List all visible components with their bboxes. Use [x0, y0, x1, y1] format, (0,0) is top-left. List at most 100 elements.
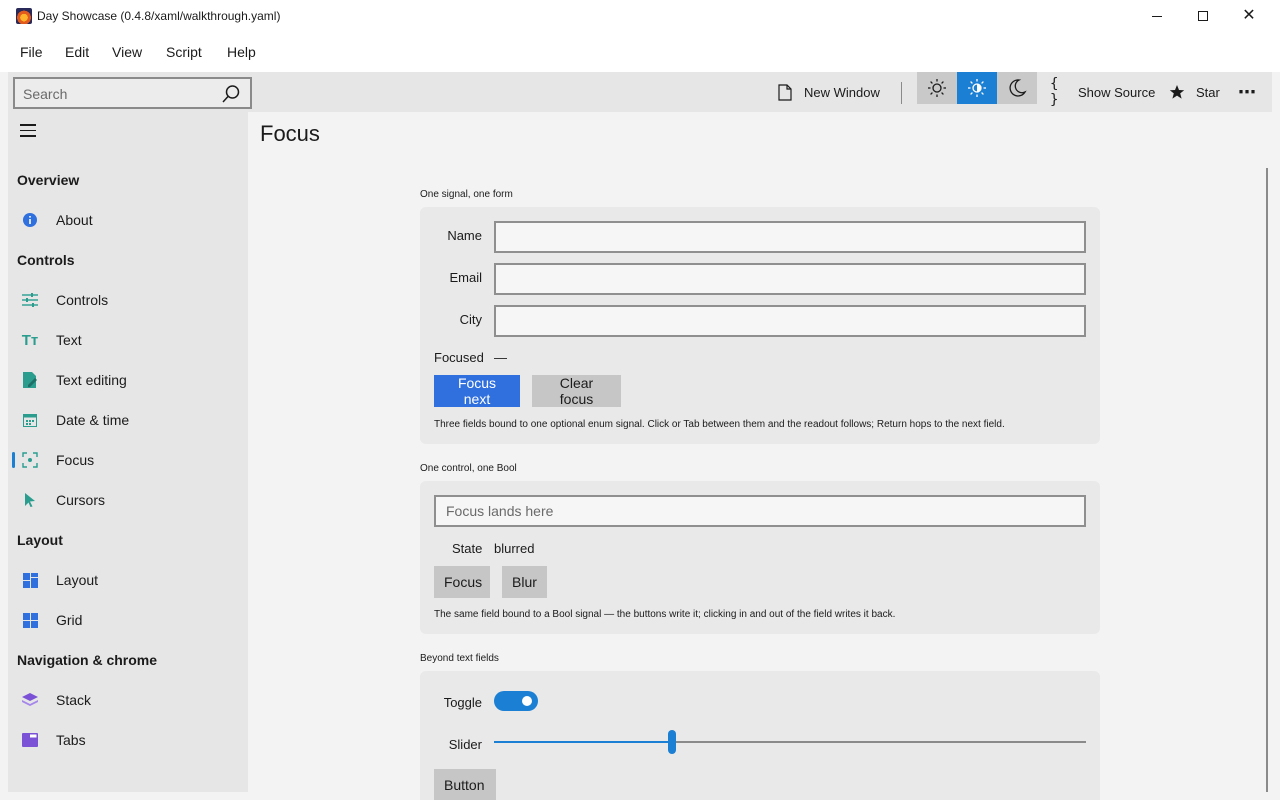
vertical-scrollbar[interactable] [1266, 168, 1268, 792]
document-icon [776, 83, 794, 101]
close-button[interactable]: ✕ [1226, 0, 1272, 32]
sidebar-item-label: Layout [56, 572, 99, 588]
sidebar-item-label: Text [56, 332, 82, 348]
sidebar-item-label: About [56, 212, 93, 228]
maximize-button[interactable] [1180, 0, 1226, 32]
menu-script[interactable]: Script [166, 44, 202, 60]
sidebar-item-tabs[interactable]: Tabs [8, 722, 248, 758]
search-icon[interactable] [221, 84, 241, 104]
new-window-label: New Window [804, 84, 880, 100]
nav-section-layout: Layout [17, 532, 63, 548]
show-source-button[interactable]: { } Show Source [1050, 72, 1155, 112]
search-input[interactable] [23, 85, 213, 103]
menu-view[interactable]: View [112, 44, 142, 60]
menu-help[interactable]: Help [227, 44, 256, 60]
blur-button[interactable]: Blur [502, 566, 547, 598]
sidebar-item-label: Focus [56, 452, 95, 468]
bool-card: State blurred Focus Blur The same field … [420, 481, 1100, 634]
nav-section-navigation: Navigation & chrome [17, 652, 158, 668]
name-field[interactable] [494, 221, 1086, 253]
section-label-bool: One control, one Bool [420, 463, 517, 474]
sidebar-item-text-editing[interactable]: Text editing [8, 362, 248, 398]
email-label: Email [449, 270, 482, 285]
edit-icon [22, 372, 38, 388]
sidebar-item-label: Stack [56, 692, 92, 708]
slider-thumb[interactable] [667, 730, 676, 754]
name-label: Name [447, 228, 482, 243]
toggle-label: Toggle [443, 695, 482, 710]
sidebar-item-date-time[interactable]: Date & time [8, 402, 248, 438]
maximize-icon [1198, 11, 1208, 21]
beyond-card: Toggle Slider Button [420, 671, 1100, 800]
minimize-icon [1152, 15, 1162, 17]
sidebar: Overview About Controls Controls Tт Text… [8, 112, 248, 792]
focus-button[interactable]: Focus [434, 566, 490, 598]
sidebar-item-text[interactable]: Tт Text [8, 322, 248, 358]
sidebar-item-layout[interactable]: Layout [8, 562, 248, 598]
toggle-switch[interactable] [494, 691, 538, 711]
page-title: Focus [260, 121, 320, 146]
bool-hint: The same field bound to a Bool signal — … [434, 609, 896, 620]
menu-bar: File Edit View Script Help [0, 32, 1280, 72]
new-window-button[interactable]: New Window [776, 72, 880, 112]
sidebar-item-stack[interactable]: Stack [8, 682, 248, 718]
sidebar-item-label: Tabs [56, 732, 86, 748]
minimize-button[interactable] [1134, 0, 1180, 32]
slider[interactable] [494, 730, 1086, 754]
menu-file[interactable]: File [20, 44, 43, 60]
theme-dark-button[interactable] [997, 72, 1037, 104]
focused-label: Focused [434, 350, 484, 365]
sidebar-item-label: Cursors [56, 492, 106, 508]
slider-fill [494, 741, 672, 743]
demo-button[interactable]: Button [434, 769, 496, 800]
clear-focus-button[interactable]: Clear focus [532, 375, 621, 407]
more-button[interactable]: ⋯ [1238, 72, 1256, 112]
form-hint: Three fields bound to one optional enum … [434, 419, 1005, 430]
city-field[interactable] [494, 305, 1086, 337]
menu-edit[interactable]: Edit [65, 44, 89, 60]
star-button[interactable]: Star [1168, 72, 1220, 112]
sun-icon [928, 79, 946, 97]
nav-section-overview: Overview [17, 172, 80, 188]
theme-auto-button[interactable] [957, 72, 997, 104]
calendar-icon [22, 412, 38, 428]
city-label: City [459, 312, 482, 327]
sidebar-item-about[interactable]: About [8, 202, 248, 238]
sidebar-item-label: Date & time [56, 412, 130, 428]
search-box[interactable] [13, 77, 252, 109]
window-title: Day Showcase (0.4.8/xaml/walkthrough.yam… [37, 9, 281, 23]
form-card: Name Email City Focused — Focus next Cle… [420, 207, 1100, 444]
sidebar-item-label: Grid [56, 612, 83, 628]
braces-icon: { } [1050, 76, 1059, 108]
star-label: Star [1196, 84, 1220, 100]
close-icon: ✕ [1242, 7, 1256, 24]
focused-value: — [494, 350, 507, 365]
more-icon: ⋯ [1238, 81, 1256, 102]
bool-focus-field[interactable] [434, 495, 1086, 527]
sidebar-item-grid[interactable]: Grid [8, 602, 248, 638]
section-label-beyond: Beyond text fields [420, 653, 499, 664]
nav-section-controls: Controls [17, 252, 75, 268]
stack-icon [22, 692, 38, 708]
moon-icon [1009, 79, 1027, 97]
theme-light-button[interactable] [917, 72, 957, 104]
toolbar-divider [901, 82, 902, 104]
info-icon [22, 212, 38, 228]
layout-icon [22, 572, 38, 588]
sidebar-item-cursors[interactable]: Cursors [8, 482, 248, 518]
email-field[interactable] [494, 263, 1086, 295]
sidebar-item-label: Text editing [56, 372, 127, 388]
sidebar-item-controls[interactable]: Controls [8, 282, 248, 318]
state-value: blurred [494, 541, 535, 556]
brightness-auto-icon [968, 79, 986, 97]
grid-icon [22, 612, 38, 628]
text-icon: Tт [21, 331, 39, 349]
state-label: State [452, 541, 483, 556]
title-bar: Day Showcase (0.4.8/xaml/walkthrough.yam… [0, 0, 1280, 32]
tabs-icon [22, 732, 38, 748]
hamburger-menu-icon[interactable] [20, 124, 36, 138]
star-icon [1168, 83, 1186, 101]
sidebar-item-label: Controls [56, 292, 109, 308]
focus-next-button[interactable]: Focus next [434, 375, 520, 407]
sidebar-item-focus[interactable]: Focus [8, 442, 248, 478]
